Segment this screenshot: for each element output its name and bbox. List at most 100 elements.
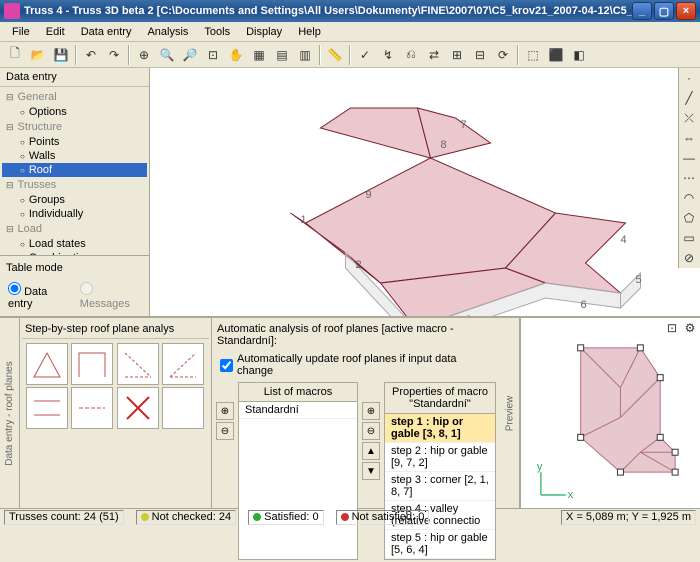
toolbar: 🗋 📂 💾 ↶ ↷ ⊕ 🔍 🔎 ⊡ ✋ ▦ ▤ ▥ 📏 ✓ ↯ ⎌ ⇄ ⊞ ⊟ …: [0, 42, 700, 68]
data-entry-tree: General Options Structure Points Walls R…: [0, 87, 149, 255]
table-mode: Table mode Data entry Messages: [0, 255, 149, 316]
redo-icon[interactable]: ↷: [103, 44, 125, 66]
shape-7[interactable]: [117, 387, 159, 429]
side-tab-roofplanes[interactable]: Data entry - roof planes: [0, 318, 20, 508]
menu-help[interactable]: Help: [290, 24, 329, 40]
vedit-break-icon[interactable]: ⤫: [679, 108, 699, 128]
window-title: Truss 4 - Truss 3D beta 2 [C:\Documents …: [24, 5, 632, 17]
action7-icon[interactable]: ⟳: [492, 44, 514, 66]
statusbar: Trusses count: 24 (51) Not checked: 24 S…: [0, 508, 700, 525]
tree-item-individually[interactable]: Individually: [2, 207, 147, 221]
svg-text:7: 7: [461, 119, 467, 131]
radio-dataentry[interactable]: Data entry: [8, 282, 70, 310]
tree-item-points[interactable]: Points: [2, 135, 147, 149]
view1-icon[interactable]: ▦: [248, 44, 270, 66]
side-tab-preview[interactable]: Preview: [500, 318, 520, 508]
save-icon[interactable]: 💾: [50, 44, 72, 66]
shape-1[interactable]: [26, 343, 68, 385]
render-shade-icon[interactable]: ◧: [568, 44, 590, 66]
step-row[interactable]: step 5 : hip or gable [5, 6, 4]: [385, 530, 495, 559]
svg-text:8: 8: [441, 139, 447, 151]
vedit-hide-icon[interactable]: ⊘: [679, 248, 699, 268]
vedit-hline-icon[interactable]: —: [679, 148, 699, 168]
auto-update-checkbox[interactable]: [220, 359, 233, 372]
measure-icon[interactable]: 📏: [324, 44, 346, 66]
tree-item-loadstates[interactable]: Load states: [2, 237, 147, 251]
undo-icon[interactable]: ↶: [80, 44, 102, 66]
vedit-dot-icon[interactable]: ⋯: [679, 168, 699, 188]
tree-group-general[interactable]: General: [2, 89, 147, 105]
render-solid-icon[interactable]: ⬛: [545, 44, 567, 66]
status-satisfied: Satisfied: 0: [248, 510, 323, 525]
vedit-point-icon[interactable]: ·: [679, 68, 699, 88]
shape-5[interactable]: [26, 387, 68, 429]
shape-3[interactable]: [117, 343, 159, 385]
menu-file[interactable]: File: [4, 24, 38, 40]
action5-icon[interactable]: ⊞: [446, 44, 468, 66]
macro-item[interactable]: Standardní: [239, 402, 357, 419]
preview-zoom-icon[interactable]: ⊡: [664, 320, 680, 336]
svg-text:3: 3: [466, 314, 472, 316]
step-row[interactable]: step 3 : corner [2, 1, 8, 7]: [385, 472, 495, 501]
view2-icon[interactable]: ▤: [271, 44, 293, 66]
macro-add-button[interactable]: ⊕: [216, 402, 234, 420]
tree-item-walls[interactable]: Walls: [2, 149, 147, 163]
zoomout-icon[interactable]: 🔎: [179, 44, 201, 66]
tree-group-trusses[interactable]: Trusses: [2, 177, 147, 193]
shape-8[interactable]: [162, 387, 204, 429]
macro-props-header: Properties of macro "Standardní": [385, 383, 495, 414]
status-notchecked: Not checked: 24: [136, 510, 237, 525]
macros-header: Automatic analysis of roof planes [activ…: [214, 320, 498, 350]
menu-tools[interactable]: Tools: [196, 24, 238, 40]
action6-icon[interactable]: ⊟: [469, 44, 491, 66]
menu-display[interactable]: Display: [238, 24, 290, 40]
zoomin-icon[interactable]: 🔍: [156, 44, 178, 66]
step-del-button[interactable]: ⊖: [362, 422, 380, 440]
vedit-poly-icon[interactable]: ⬠: [679, 208, 699, 228]
svg-text:6: 6: [581, 299, 587, 311]
action2-icon[interactable]: ↯: [377, 44, 399, 66]
preview-opts-icon[interactable]: ⚙: [682, 320, 698, 336]
menu-dataentry[interactable]: Data entry: [73, 24, 140, 40]
3d-viewport[interactable]: 9 8 7 1 2 3 4 5 6 · ╱ ⤫ ⇔ — ⋯ ◠ ⬠ ▭ ⊘: [150, 68, 700, 316]
close-button[interactable]: ×: [676, 2, 696, 20]
svg-text:2: 2: [356, 259, 362, 271]
tree-group-structure[interactable]: Structure: [2, 119, 147, 135]
shape-2[interactable]: [71, 343, 113, 385]
maximize-button[interactable]: ▢: [654, 2, 674, 20]
radio-messages[interactable]: Messages: [80, 282, 141, 310]
vedit-curve-icon[interactable]: ◠: [679, 188, 699, 208]
preview-panel[interactable]: xy ⊡ ⚙: [520, 318, 700, 508]
tree-group-load[interactable]: Load: [2, 221, 147, 237]
new-icon[interactable]: 🗋: [4, 44, 26, 66]
vedit-rect-icon[interactable]: ▭: [679, 228, 699, 248]
step-row[interactable]: step 1 : hip or gable [3, 8, 1]: [385, 414, 495, 443]
tree-item-options[interactable]: Options: [2, 105, 147, 119]
zoomfit-icon[interactable]: ⊡: [202, 44, 224, 66]
menu-analysis[interactable]: Analysis: [139, 24, 196, 40]
view3-icon[interactable]: ▥: [294, 44, 316, 66]
open-icon[interactable]: 📂: [27, 44, 49, 66]
vedit-move-icon[interactable]: ⇔: [679, 128, 699, 148]
zoomwin-icon[interactable]: ⊕: [133, 44, 155, 66]
minimize-button[interactable]: _: [632, 2, 652, 20]
render-wire-icon[interactable]: ⬚: [522, 44, 544, 66]
step-down-button[interactable]: ▼: [362, 462, 380, 480]
vedit-line-icon[interactable]: ╱: [679, 88, 699, 108]
shape-4[interactable]: [162, 343, 204, 385]
tree-item-roof[interactable]: Roof: [2, 163, 147, 177]
table-mode-header: Table mode: [4, 260, 145, 280]
step-up-button[interactable]: ▲: [362, 442, 380, 460]
tree-item-groups[interactable]: Groups: [2, 193, 147, 207]
step-add-button[interactable]: ⊕: [362, 402, 380, 420]
step-row[interactable]: step 2 : hip or gable [9, 7, 2]: [385, 443, 495, 472]
pan-icon[interactable]: ✋: [225, 44, 247, 66]
action3-icon[interactable]: ⎌: [400, 44, 422, 66]
action1-icon[interactable]: ✓: [354, 44, 376, 66]
shape-6[interactable]: [71, 387, 113, 429]
svg-text:4: 4: [621, 234, 627, 246]
menu-edit[interactable]: Edit: [38, 24, 73, 40]
macro-del-button[interactable]: ⊖: [216, 422, 234, 440]
macro-list-header: List of macros: [239, 383, 357, 402]
action4-icon[interactable]: ⇄: [423, 44, 445, 66]
